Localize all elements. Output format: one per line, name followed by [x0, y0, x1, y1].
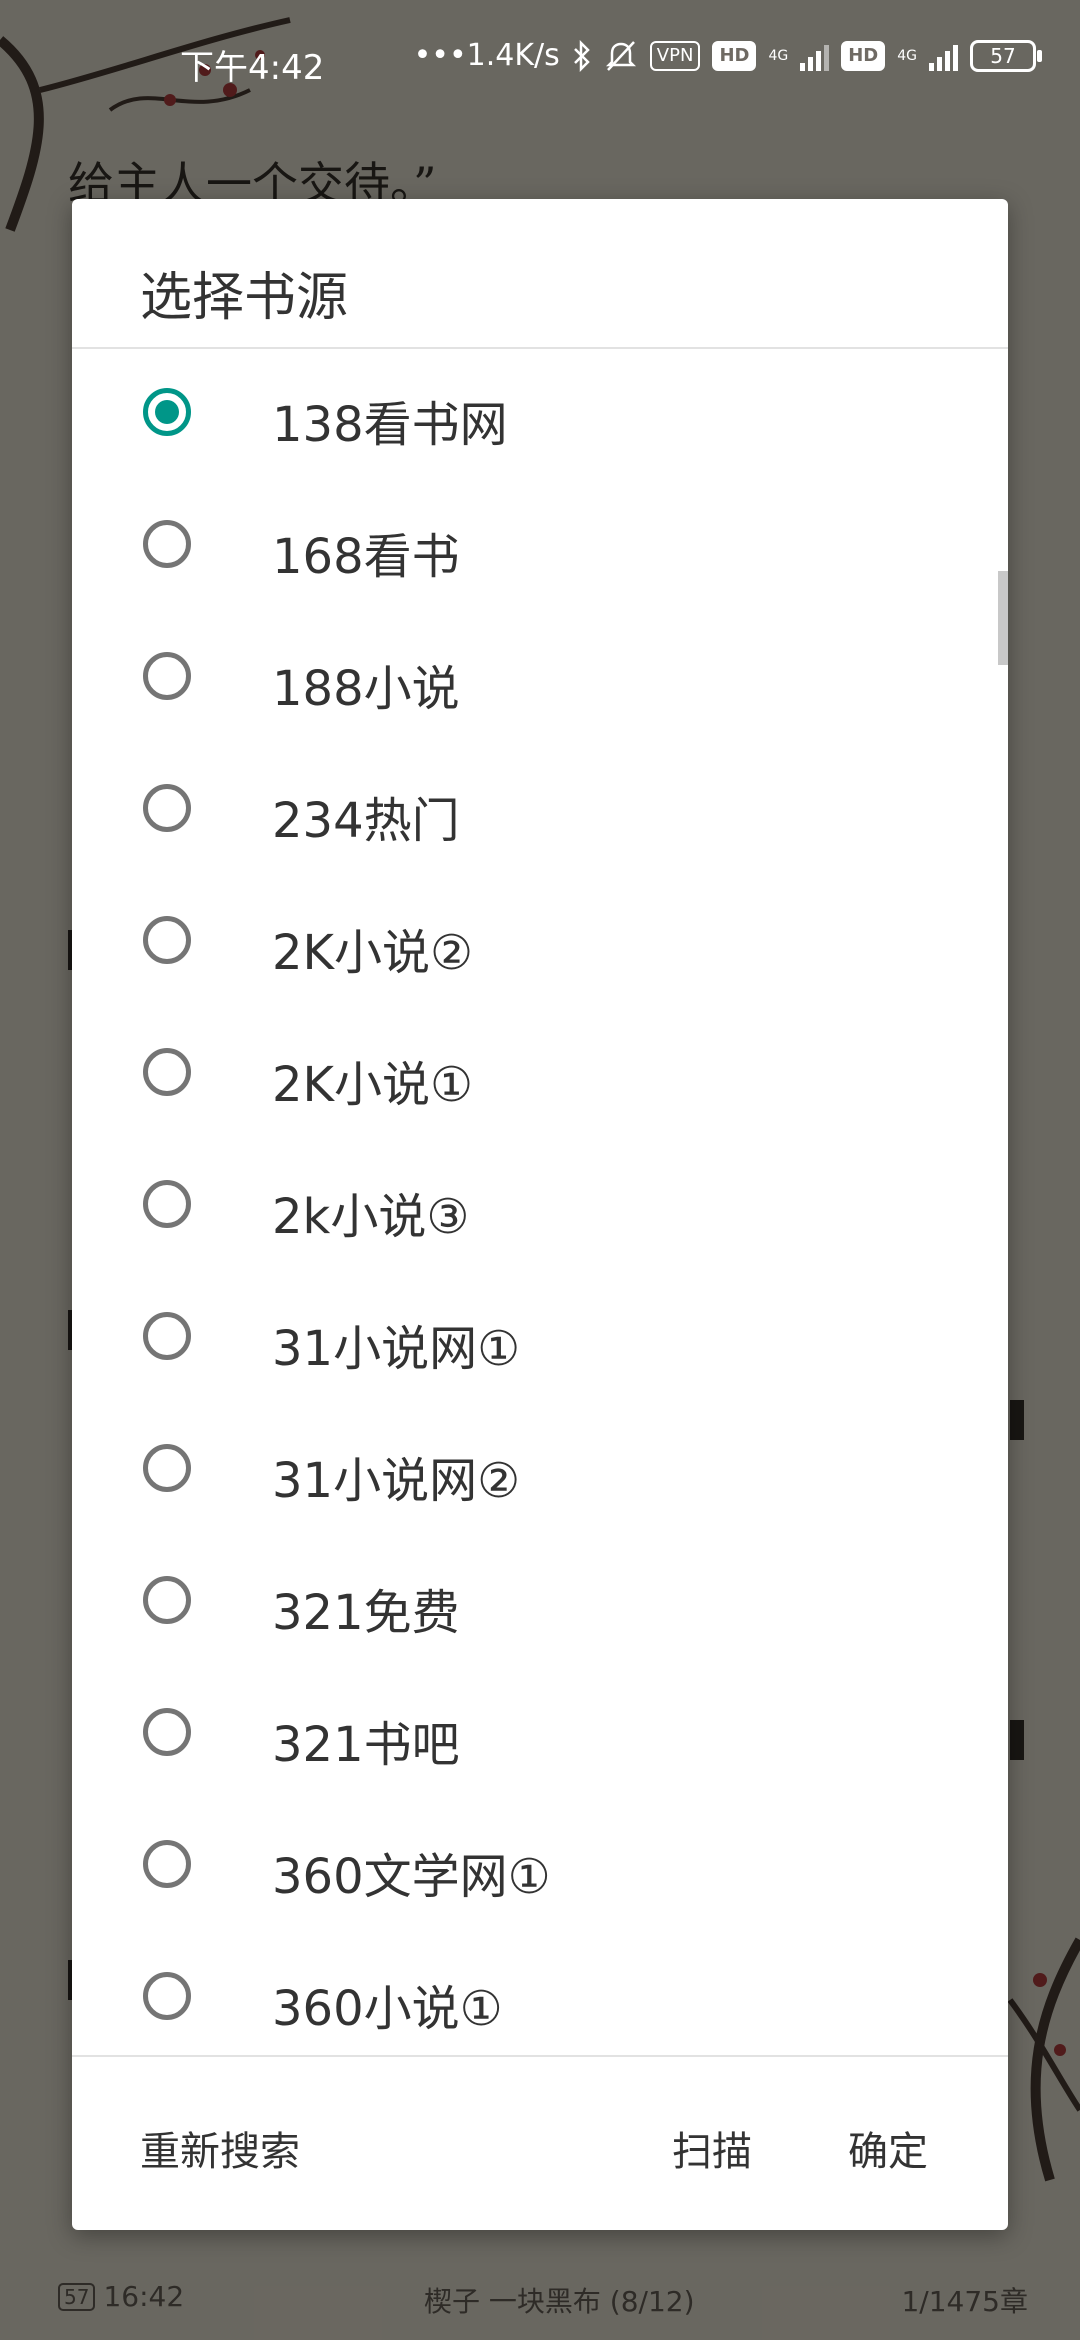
network-type: 4G — [897, 47, 917, 64]
radio-button[interactable] — [143, 1312, 191, 1360]
source-label: 31小说网① — [272, 1321, 521, 1377]
list-item[interactable]: 2k小说③ — [72, 1141, 1008, 1273]
list-item[interactable]: 168看书 — [72, 481, 1008, 613]
list-item[interactable]: 188小说 — [72, 613, 1008, 745]
list-item[interactable]: 360文学网① — [72, 1801, 1008, 1933]
source-list[interactable]: 138看书网 168看书 188小说 234热门 2K小说② 2K小说① 2k小… — [72, 349, 1008, 2055]
bluetooth-icon — [573, 39, 590, 72]
list-item[interactable]: 31小说网① — [72, 1273, 1008, 1405]
radio-button[interactable] — [143, 652, 191, 700]
signal-icon — [800, 41, 830, 71]
source-label: 321免费 — [272, 1585, 460, 1641]
net-speed: •••1.4K/s — [413, 38, 560, 73]
research-button[interactable]: 重新搜索 — [140, 2119, 300, 2177]
radio-button[interactable] — [143, 388, 191, 436]
source-label: 321书吧 — [272, 1717, 460, 1773]
radio-button[interactable] — [143, 1048, 191, 1096]
radio-button[interactable] — [143, 784, 191, 832]
hd-badge: HD — [841, 40, 886, 71]
source-label: 2k小说③ — [272, 1189, 470, 1245]
status-bar: 下午4:42 •••1.4K/s VPN HD 4G HD 4G 57 — [0, 0, 1080, 120]
status-time: 下午4:42 — [180, 48, 325, 88]
source-label: 168看书 — [272, 529, 460, 585]
mute-icon — [605, 40, 636, 71]
list-item[interactable]: 234热门 — [72, 745, 1008, 877]
radio-button[interactable] — [143, 1840, 191, 1888]
battery-icon: 57 — [970, 39, 1042, 72]
list-item[interactable]: 321免费 — [72, 1537, 1008, 1669]
battery-icon: 57 — [58, 2282, 96, 2311]
source-label: 31小说网② — [272, 1453, 521, 1509]
source-label: 2K小说① — [272, 1057, 474, 1113]
select-source-dialog: 选择书源 138看书网 168看书 188小说 234热门 2K小说② 2K小说… — [72, 199, 1008, 2230]
vpn-badge: VPN — [649, 40, 701, 71]
list-item[interactable]: 360小说① — [72, 1933, 1008, 2055]
radio-button[interactable] — [143, 1180, 191, 1228]
radio-button[interactable] — [143, 1708, 191, 1756]
radio-button[interactable] — [143, 916, 191, 964]
radio-button[interactable] — [143, 1444, 191, 1492]
reader-footer: 57 16:42 楔子 一块黑布 (8/12) 1/1475章 — [0, 2280, 1080, 2320]
list-item[interactable]: 138看书网 — [72, 349, 1008, 481]
signal-icon — [929, 41, 958, 71]
network-type: 4G — [768, 47, 789, 64]
source-label: 138看书网 — [272, 397, 508, 453]
source-label: 188小说 — [272, 661, 460, 717]
source-label: 234热门 — [272, 793, 460, 849]
footer-time: 16:42 — [103, 2280, 185, 2313]
source-label: 360小说① — [272, 1981, 503, 2037]
list-item[interactable]: 2K小说② — [72, 877, 1008, 1009]
status-icons: •••1.4K/s VPN HD 4G HD 4G 57 — [413, 38, 1042, 73]
list-item[interactable]: 31小说网② — [72, 1405, 1008, 1537]
scan-button[interactable]: 扫描 — [672, 2119, 752, 2177]
list-item[interactable]: 321书吧 — [72, 1669, 1008, 1801]
radio-button[interactable] — [143, 520, 191, 568]
source-label: 360文学网① — [272, 1849, 551, 1905]
footer-status: 57 16:42 — [58, 2280, 184, 2313]
list-item[interactable]: 2K小说① — [72, 1009, 1008, 1141]
chapter-title: 楔子 一块黑布 (8/12) — [424, 2285, 695, 2318]
scrollbar-thumb[interactable] — [998, 571, 1008, 665]
dialog-title: 选择书源 — [140, 268, 349, 328]
radio-button[interactable] — [143, 1972, 191, 2020]
hd-badge: HD — [712, 40, 757, 71]
divider — [72, 2055, 1008, 2057]
source-label: 2K小说② — [272, 925, 474, 981]
chapter-progress: 1/1475章 — [901, 2285, 1028, 2318]
radio-button[interactable] — [143, 1576, 191, 1624]
confirm-button[interactable]: 确定 — [848, 2119, 928, 2177]
